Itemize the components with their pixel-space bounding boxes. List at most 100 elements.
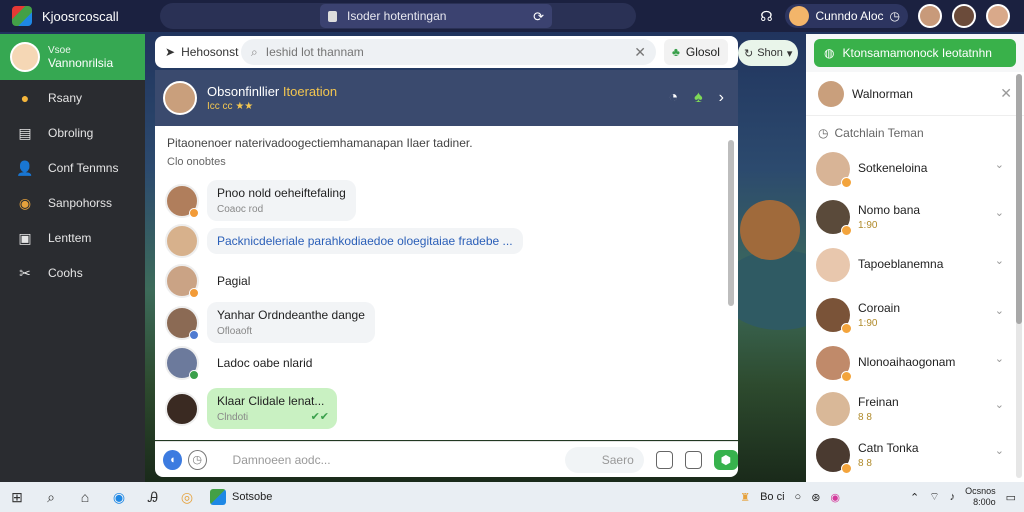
chrome-icon: ◉ — [18, 194, 32, 211]
friend-item[interactable]: Tapoeblanemna ⌄ — [806, 242, 1024, 288]
camera-icon[interactable] — [684, 450, 702, 469]
notification-icon[interactable]: ▭ — [1006, 491, 1016, 504]
speaker-icon[interactable]: ♪ — [950, 491, 956, 503]
friend-sub: 8 8 — [858, 412, 872, 423]
message-search[interactable]: ⌕ ✕ — [241, 39, 656, 65]
clock[interactable]: Ocsnos 8:00o — [965, 486, 996, 508]
sender-avatar — [165, 346, 199, 380]
sender-avatar — [165, 224, 199, 258]
profile-avatar — [10, 42, 40, 72]
right-panel-top: ◍ Ktonsamamonock Ieotatnhn — [806, 34, 1024, 72]
badge-icon — [189, 370, 199, 380]
profile-small-text: Vsoe — [48, 44, 71, 56]
sidebar-item-label: Conf Tenmns — [48, 161, 119, 175]
chat-avatar[interactable] — [163, 81, 197, 115]
sidebar-item-coohs[interactable]: ✂ Coohs — [0, 256, 145, 290]
message[interactable]: Pnoo nold oeheiftefaling Coaoc rod — [165, 180, 356, 221]
header-avatar — [818, 80, 844, 107]
tray-settings-icon[interactable]: ⊛ — [811, 491, 820, 504]
friends-scrollbar[interactable] — [1016, 74, 1022, 478]
refresh-icon[interactable]: ⟳ — [533, 9, 544, 25]
address-bar[interactable]: Isoder hotentingan ⟳ — [320, 4, 552, 28]
start-icon[interactable]: ⊞ — [0, 489, 34, 506]
friend-item[interactable]: Coroain 1:90 ⌄ — [806, 292, 1024, 338]
badge-icon — [189, 207, 199, 218]
friend-avatar-2[interactable] — [952, 4, 976, 28]
edge-icon[interactable]: ◉ — [102, 489, 136, 506]
friend-item[interactable]: Freinan 8 8 ⌄ — [806, 386, 1024, 432]
emoji-icon[interactable]: ◖ — [163, 449, 182, 470]
top-right-controls: ☊ Cunndo Aloc ◷ — [757, 0, 1024, 32]
chevron-down-icon[interactable]: ⌄ — [995, 304, 1004, 317]
tree-icon[interactable]: ♠ — [694, 89, 703, 107]
sidebar-item-obroling[interactable]: ▤ Obroling — [0, 116, 145, 150]
friend-item[interactable]: Nomo bana 1:90 ⌄ — [806, 194, 1024, 240]
send-button[interactable]: ⬢ — [713, 449, 738, 470]
wifi-icon[interactable]: ⌔ — [929, 490, 939, 504]
chevron-down-icon[interactable]: ⌄ — [995, 158, 1004, 171]
scene-hut — [740, 200, 800, 260]
sun-icon: ● — [20, 90, 30, 106]
chevron-down-icon[interactable]: ⌄ — [995, 352, 1004, 365]
badge-icon — [841, 177, 852, 188]
message[interactable]: Pagial — [165, 264, 261, 298]
sidebar-item-sanpohorss[interactable]: ◉ Sanpohorss — [0, 186, 145, 220]
friend-avatar — [816, 248, 850, 282]
message-time: Ofloaoft — [217, 326, 253, 337]
chat-title-highlight: Itoeration — [282, 84, 338, 99]
clear-icon[interactable]: ✕ — [634, 44, 646, 61]
chevron-down-icon[interactable]: ⌄ — [995, 206, 1004, 219]
badge-icon — [189, 288, 199, 298]
filter-button[interactable]: ↻ Shon ▾ — [738, 40, 799, 66]
message-own[interactable]: Klaar Clidale lenat... Clndoti ✔✔ — [165, 388, 337, 429]
task-view-icon[interactable]: ⌂ — [68, 489, 102, 505]
search-icon[interactable]: ⌕ — [34, 489, 68, 506]
sidebar-profile[interactable]: Vsoe Vannonrilsia — [0, 34, 145, 80]
friend-item[interactable]: Sotkeneloina ⌄ — [806, 146, 1024, 192]
app-logo-icon — [210, 489, 226, 505]
sidebar-item-conf-tenmns[interactable]: 👤 Conf Tenmns — [0, 151, 145, 185]
message[interactable]: Ladoc oabe nlarid — [165, 346, 323, 380]
reaction-icon[interactable]: ◔ — [669, 89, 679, 107]
tray-app-icon[interactable]: ♜ — [740, 491, 750, 504]
address-text: Isoder hotentingan — [347, 9, 447, 23]
message[interactable]: Yanhar Ordndeanthe dange Ofloaoft — [165, 302, 375, 343]
send-hint[interactable]: Saero — [564, 446, 644, 473]
add-friends-button[interactable]: ◍ Ktonsamamonock Ieotatnhn — [814, 39, 1016, 67]
sidebar-item-lenttem[interactable]: ▣ Lenttem — [0, 221, 145, 255]
taskbar-app-label: Sotsobe — [232, 491, 273, 503]
tools-icon: ✂ — [19, 264, 31, 281]
friend-item[interactable]: Nlonoaihaogonam ⌄ — [806, 340, 1024, 386]
tray-app2-icon[interactable]: ◉ — [830, 491, 840, 504]
taskbar-app[interactable]: Sotsobe — [210, 489, 272, 505]
sidebar-item-rsany[interactable]: ● Rsany — [0, 81, 145, 115]
chevron-down-icon[interactable]: ⌄ — [995, 398, 1004, 411]
image-icon[interactable] — [655, 450, 673, 469]
chat-scrollbar[interactable] — [728, 140, 734, 306]
search-input[interactable] — [265, 45, 616, 59]
friend-avatar — [816, 392, 850, 426]
scrollbar-thumb[interactable] — [1016, 74, 1022, 324]
tray-circle-icon[interactable]: ○ — [795, 491, 802, 503]
message[interactable]: Packnicdeleriale parahkodiaedoe oloegita… — [165, 224, 523, 258]
text-icon[interactable]: Ꭿ — [136, 489, 170, 506]
user-chip[interactable]: Cunndo Aloc ◷ — [785, 4, 908, 28]
friend-name: Coroain — [858, 301, 901, 315]
message-input[interactable]: Damnoeen aodc... — [233, 453, 551, 467]
chevron-up-icon[interactable]: ⌃ — [910, 491, 919, 504]
message-bubble-link[interactable]: Packnicdeleriale parahkodiaedoe oloegita… — [207, 228, 523, 254]
chevron-down-icon[interactable]: ⌄ — [995, 444, 1004, 457]
headset-icon[interactable]: ☊ — [757, 8, 775, 25]
friend-avatar-1[interactable] — [918, 4, 942, 28]
glosol-button[interactable]: ♣ Glosol — [664, 39, 728, 65]
lock-icon — [328, 10, 337, 22]
friend-item[interactable]: Catn Tonka 8 8 ⌄ — [806, 432, 1024, 478]
close-icon[interactable]: ✕ — [1000, 85, 1012, 102]
contact-selector[interactable]: ➤ Hehosonst — [155, 45, 238, 59]
chrome-icon[interactable]: ◎ — [170, 489, 204, 506]
friend-avatar-3[interactable] — [986, 4, 1010, 28]
chevron-down-icon[interactable]: ⌄ — [995, 254, 1004, 267]
history-icon[interactable]: ◷ — [187, 449, 207, 470]
top-bar: Kjoosrcoscall Isoder hotentingan ⟳ ☊ Cun… — [0, 0, 1024, 32]
chevron-right-icon[interactable]: › — [719, 89, 724, 107]
